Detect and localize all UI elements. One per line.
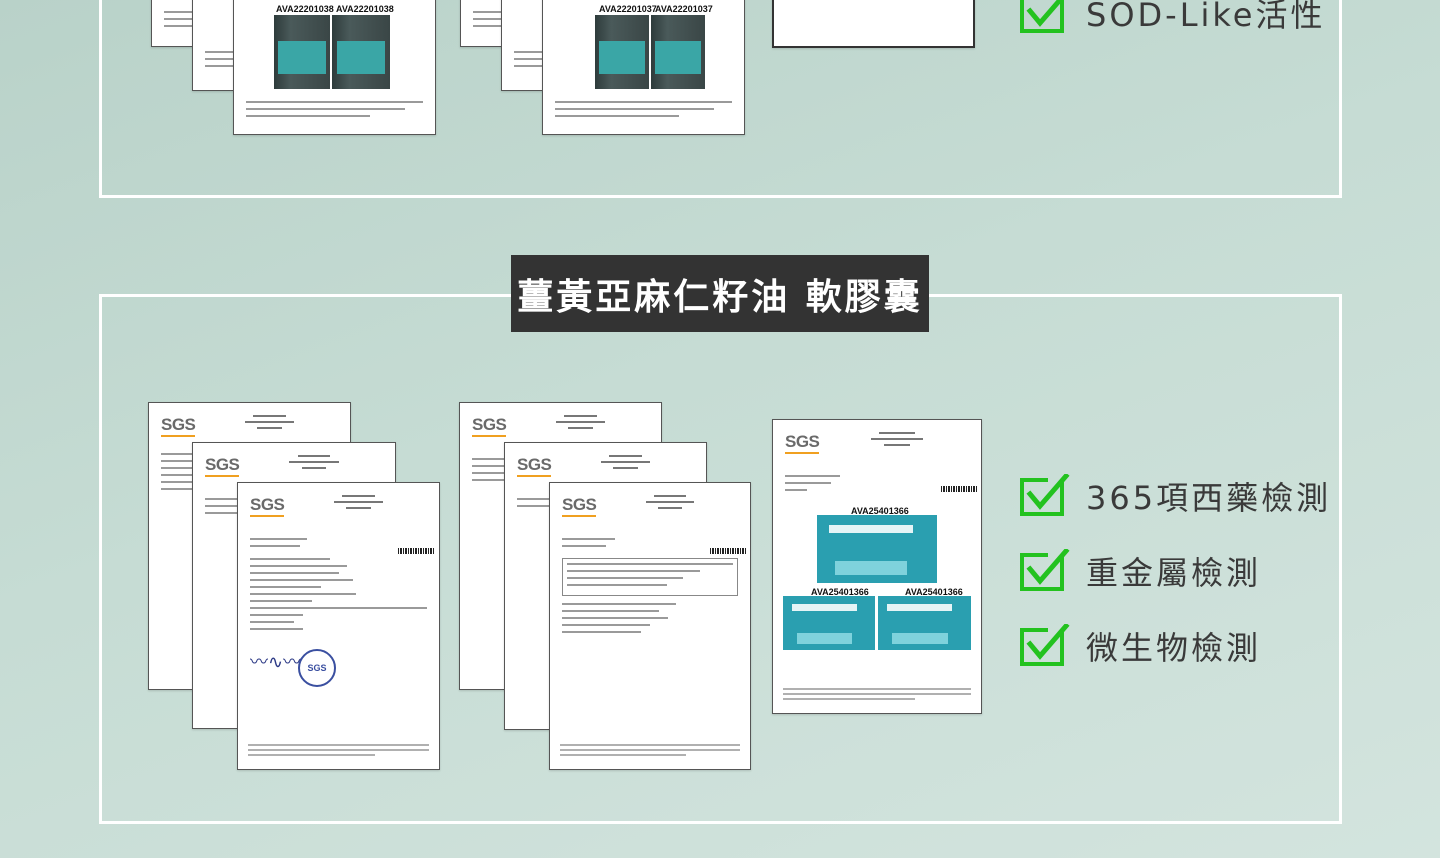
- sgs-logo: SGS: [785, 432, 820, 454]
- certificate-page: AVA22201037 AVA22201037: [542, 0, 745, 135]
- check-label: SOD-Like活性: [1086, 0, 1326, 34]
- sample-code: AVA22201038: [276, 4, 334, 14]
- sample-code: AVA22201037: [655, 4, 713, 14]
- section-title-text: 薑黃亞麻仁籽油 軟膠囊: [517, 275, 923, 318]
- signature: 〰∿〰: [250, 652, 302, 673]
- sample-code: AVA22201038: [336, 4, 394, 14]
- product-photo: [595, 15, 649, 89]
- product-photo: [651, 15, 705, 89]
- sgs-logo: SGS: [472, 415, 507, 437]
- product-photo: [332, 15, 390, 89]
- sgs-logo: SGS: [562, 495, 597, 517]
- check-icon: [1020, 624, 1070, 666]
- check-icon: [1020, 474, 1070, 516]
- check-label: 重金屬檢測: [1086, 554, 1262, 592]
- section-title: 薑黃亞麻仁籽油 軟膠囊: [511, 255, 929, 332]
- certificate-page: SGS 〰∿〰 SGS: [237, 482, 440, 770]
- sgs-logo: SGS: [517, 455, 552, 477]
- product-photo: [817, 515, 937, 583]
- check-icon: [1020, 549, 1070, 591]
- sample-code: AVA22201037: [599, 4, 657, 14]
- certificate-page: [772, 0, 975, 48]
- sgs-logo: SGS: [205, 455, 240, 477]
- check-item-drug-test: 365項西藥檢測: [1018, 473, 1331, 519]
- check-label: 365項西藥檢測: [1086, 479, 1332, 517]
- product-photo: [878, 596, 971, 650]
- product-photo: [783, 596, 875, 650]
- certificate-page: SGS AVA25401366 AVA25401366 AVA25401366: [772, 419, 982, 714]
- certificate-page: AVA22201038 AVA22201038: [233, 0, 436, 135]
- sgs-logo: SGS: [250, 495, 285, 517]
- check-label: 微生物檢測: [1086, 629, 1262, 667]
- check-icon: [1020, 0, 1064, 33]
- check-item-heavy-metal: 重金屬檢測: [1018, 548, 1261, 594]
- check-item-sod: SOD-Like活性: [1018, 0, 1326, 36]
- sgs-logo: SGS: [161, 415, 196, 437]
- check-item-microbe: 微生物檢測: [1018, 623, 1261, 669]
- product-photo: [274, 15, 330, 89]
- sgs-stamp: SGS: [298, 649, 336, 687]
- certificate-page: SGS: [549, 482, 751, 770]
